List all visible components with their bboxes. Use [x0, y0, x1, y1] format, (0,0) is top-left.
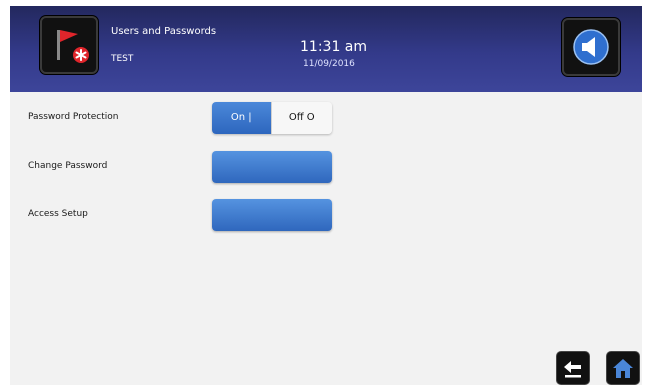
home-icon	[613, 359, 633, 378]
alarm-button[interactable]	[40, 16, 98, 74]
home-button[interactable]	[606, 351, 640, 385]
access-setup-button[interactable]	[212, 199, 332, 231]
speaker-icon	[573, 29, 609, 65]
app-window: Users and Passwords TEST 11:31 am 11/09/…	[10, 6, 642, 385]
access-setup-label: Access Setup	[28, 209, 88, 219]
toggle-off-option[interactable]: Off O	[270, 102, 332, 134]
device-name: TEST	[111, 54, 134, 64]
change-password-button[interactable]	[212, 151, 332, 183]
speaker-button[interactable]	[562, 18, 620, 76]
clock-time: 11:31 am	[300, 39, 368, 55]
page-title: Users and Passwords	[111, 26, 217, 37]
back-button[interactable]	[556, 351, 590, 385]
password-protection-toggle[interactable]: On | Off O	[212, 102, 332, 134]
toggle-on-option[interactable]: On |	[212, 102, 271, 134]
password-protection-label: Password Protection	[28, 112, 119, 122]
clock-date: 11/09/2016	[303, 59, 355, 69]
header-bar: Users and Passwords TEST 11:31 am 11/09/…	[10, 6, 642, 92]
change-password-label: Change Password	[28, 161, 108, 171]
back-arrow-icon	[564, 361, 581, 378]
red-flag-alarm-icon	[57, 30, 89, 63]
